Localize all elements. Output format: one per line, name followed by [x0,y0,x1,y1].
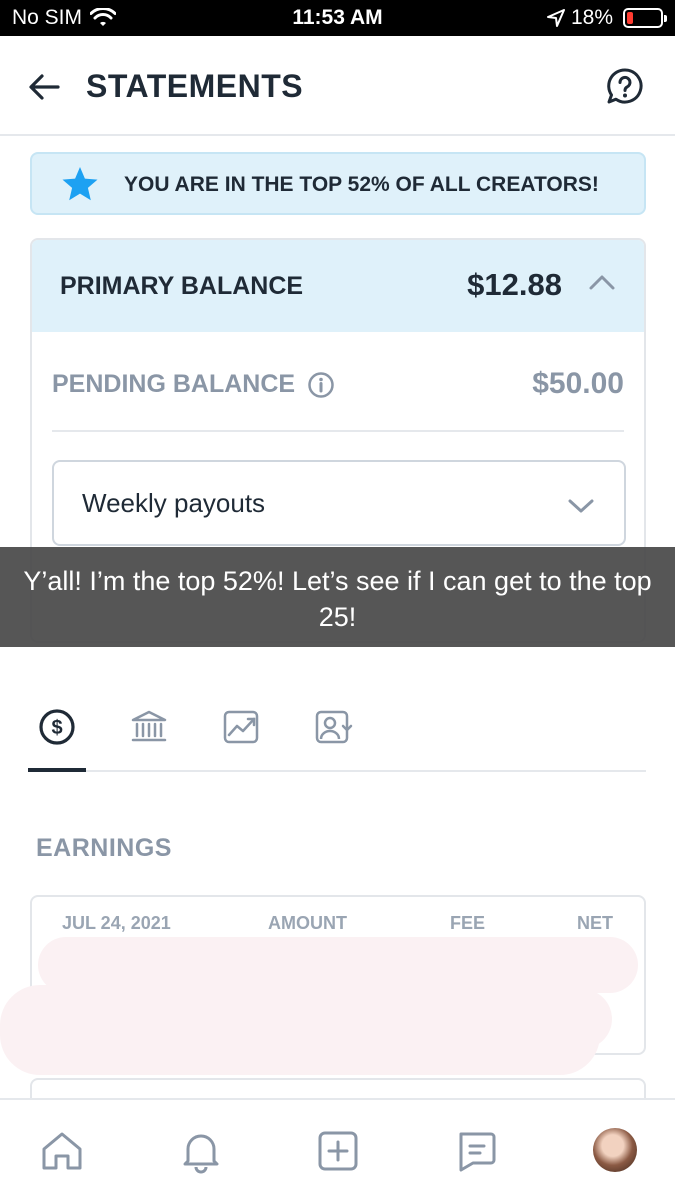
bottom-navigation [0,1098,675,1200]
back-arrow-icon[interactable] [26,68,64,106]
star-icon [62,167,98,201]
status-right: 18% [546,6,667,30]
battery-icon [623,8,667,28]
info-icon[interactable] [307,371,335,399]
primary-balance-label: PRIMARY BALANCE [60,272,304,300]
earnings-title: EARNINGS [36,834,172,862]
bank-icon [131,710,167,742]
pending-balance-label: PENDING BALANCE [52,370,296,398]
user-card-icon [315,710,353,744]
banner-text: YOU ARE IN THE TOP 52% OF ALL CREATORS! [124,173,599,196]
add-post-icon [318,1131,358,1171]
primary-balance-header[interactable]: PRIMARY BALANCE $12.88 [32,240,644,332]
battery-percent: 18% [570,6,613,29]
chart-icon [223,710,259,744]
dollar-circle-icon: $ [39,709,75,745]
tab-referrals[interactable] [304,698,362,756]
column-header-amount: AMOUNT [268,913,347,933]
column-header-net: NET [577,913,613,933]
payout-frequency-value: Weekly payouts [82,488,266,518]
svg-text:$: $ [51,717,62,739]
column-header-fee: FEE [450,913,486,933]
story-caption: Y’all! I’m the top 52%! Let’s see if I c… [0,547,675,647]
primary-balance-amount: $12.88 [467,267,562,302]
chevron-up-icon[interactable] [588,272,616,292]
tab-earnings[interactable]: $ [28,698,86,756]
redaction-smudge [0,985,600,1075]
pending-balance-row: PENDING BALANCE $50.00 [52,340,624,432]
home-icon [42,1132,82,1170]
nav-notifications[interactable] [176,1126,226,1176]
tab-payouts[interactable] [120,698,178,756]
nav-home[interactable] [37,1126,87,1176]
bell-icon [183,1134,219,1174]
messages-icon [459,1132,496,1172]
status-bar: No SIM 11:53 AM 18% [0,0,675,36]
statement-tabs: $ [28,690,646,772]
active-tab-indicator [28,768,86,772]
pending-balance-amount: $50.00 [532,367,624,400]
app-header: STATEMENTS [0,36,675,136]
nav-messages[interactable] [451,1126,501,1176]
column-header-date: JUL 24, 2021 [62,913,171,933]
help-icon[interactable] [605,67,645,107]
pending-balance-label-group: PENDING BALANCE [52,370,335,399]
tab-statistics[interactable] [212,698,270,756]
chevron-down-icon [568,499,594,513]
battery-level [627,12,633,24]
avatar[interactable] [593,1128,637,1172]
nav-add-post[interactable] [313,1126,363,1176]
page-title: STATEMENTS [86,68,304,104]
top-creator-banner: YOU ARE IN THE TOP 52% OF ALL CREATORS! [30,152,646,215]
payout-frequency-select[interactable]: Weekly payouts [52,460,626,546]
location-arrow-icon [546,9,565,27]
